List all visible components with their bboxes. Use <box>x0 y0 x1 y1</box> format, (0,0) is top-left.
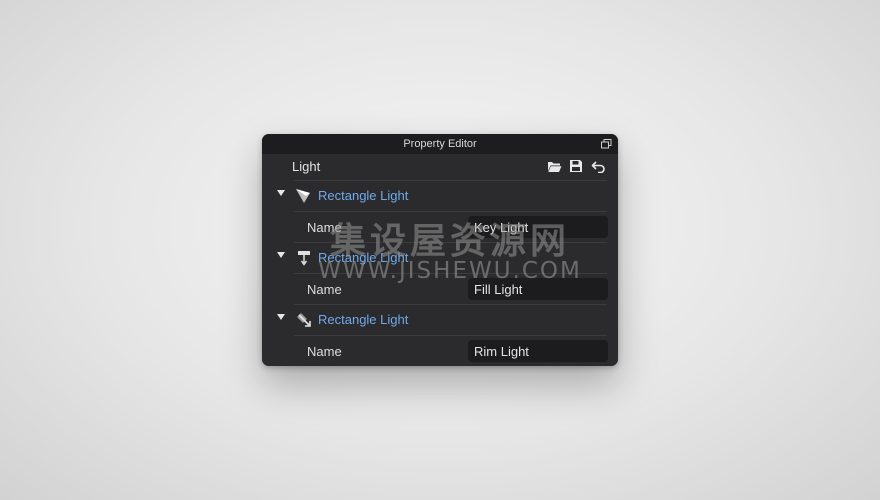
key-light-icon <box>295 187 313 205</box>
property-label: Name <box>307 282 342 297</box>
name-input[interactable] <box>468 216 608 238</box>
group-header-key-light[interactable]: Rectangle Light <box>262 181 618 211</box>
title-bar[interactable]: Property Editor <box>262 134 618 154</box>
collapse-arrow-icon[interactable] <box>277 252 285 258</box>
group-header-fill-light[interactable]: Rectangle Light <box>262 243 618 273</box>
property-row-name: Name <box>262 274 618 304</box>
name-input[interactable] <box>468 278 608 300</box>
section-label: Light <box>292 159 321 174</box>
fill-light-icon <box>295 249 313 267</box>
group-title: Rectangle Light <box>318 312 409 327</box>
property-label: Name <box>307 344 342 359</box>
group-title: Rectangle Light <box>318 188 409 203</box>
window-title: Property Editor <box>403 138 477 150</box>
popout-window-icon[interactable] <box>600 138 612 150</box>
property-row-name: Name <box>262 212 618 242</box>
save-icon[interactable] <box>568 158 584 174</box>
undo-icon[interactable] <box>590 158 606 174</box>
folder-open-icon[interactable] <box>546 158 562 174</box>
light-header: Light <box>262 154 618 180</box>
group-header-rim-light[interactable]: Rectangle Light <box>262 305 618 335</box>
collapse-arrow-icon[interactable] <box>277 314 285 320</box>
name-input[interactable] <box>468 340 608 362</box>
collapse-arrow-icon[interactable] <box>277 190 285 196</box>
property-label: Name <box>307 220 342 235</box>
property-editor-panel: Property Editor Light Rectangle Light Na… <box>262 134 618 366</box>
rim-light-icon <box>295 311 313 329</box>
header-toolbar <box>546 158 606 174</box>
editor-content: Light Rectangle Light Name Key Light Rec… <box>262 154 618 366</box>
group-title: Rectangle Light <box>318 250 409 265</box>
property-row-name: Name <box>262 336 618 366</box>
